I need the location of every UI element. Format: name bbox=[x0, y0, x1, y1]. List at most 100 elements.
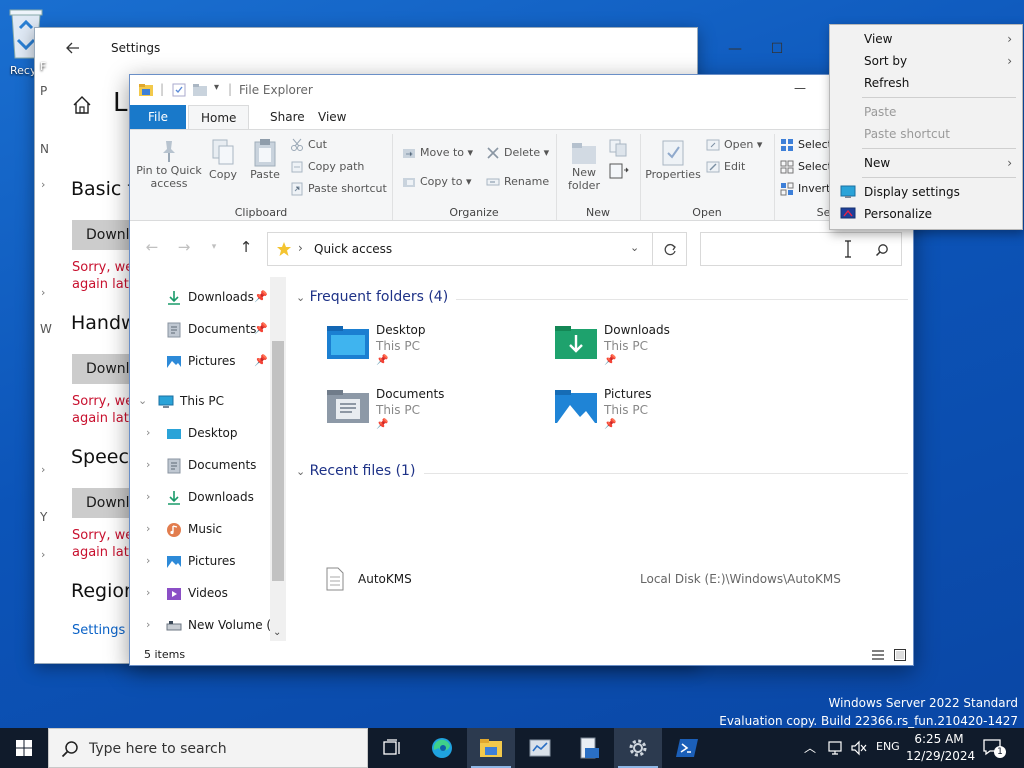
show-hidden-icons-chevron-icon[interactable]: ︿ bbox=[804, 739, 816, 756]
file-explorer-window[interactable]: | ▾ | File Explorer — File Home Share Vi… bbox=[129, 74, 914, 666]
refresh-button[interactable] bbox=[653, 232, 687, 266]
nav-item-this-pc[interactable]: ⌄ This PC bbox=[130, 387, 288, 415]
scroll-down-icon[interactable]: ⌄ bbox=[273, 627, 281, 638]
up-button[interactable]: ↑ bbox=[234, 235, 258, 259]
folder-tile-desktop[interactable]: Desktop This PC 📌 bbox=[326, 323, 526, 375]
taskbar-server-manager[interactable] bbox=[516, 728, 564, 768]
back-arrow-icon[interactable] bbox=[65, 40, 81, 56]
menu-item-refresh[interactable]: Refresh bbox=[830, 72, 1022, 94]
taskbar-search-box[interactable]: Type here to search bbox=[48, 728, 368, 768]
section-heading-handwriting: Handw bbox=[71, 312, 137, 334]
folder-tile-downloads[interactable]: Downloads This PC 📌 bbox=[554, 323, 754, 375]
desktop-folder-icon bbox=[327, 326, 369, 359]
open-button[interactable]: Open ▾ bbox=[706, 136, 762, 154]
new-item-icon[interactable] bbox=[608, 138, 630, 158]
properties-icon bbox=[662, 140, 684, 166]
taskbar-file-explorer[interactable] bbox=[467, 728, 515, 768]
nav-item-documents[interactable]: › Documents bbox=[130, 451, 288, 479]
nav-item-pictures[interactable]: › Pictures bbox=[130, 547, 288, 575]
settings-minimize-button[interactable]: — bbox=[715, 36, 755, 62]
recent-file-row[interactable]: AutoKMS Local Disk (E:)\Windows\AutoKMS bbox=[326, 565, 906, 593]
taskbar-powershell[interactable] bbox=[663, 728, 711, 768]
frequent-folders-header[interactable]: ⌄ Frequent folders (4) bbox=[296, 289, 908, 305]
download-icon bbox=[168, 291, 180, 305]
nav-item-downloads[interactable]: › Downloads bbox=[130, 483, 288, 511]
input-language[interactable]: ENG bbox=[876, 740, 900, 753]
powershell-icon bbox=[676, 739, 698, 757]
folder-tile-pictures[interactable]: Pictures This PC 📌 bbox=[554, 387, 754, 439]
network-icon[interactable] bbox=[828, 740, 844, 756]
properties-quick-icon[interactable] bbox=[172, 83, 186, 97]
invert-selection-icon bbox=[780, 182, 794, 196]
back-button[interactable]: ← bbox=[140, 235, 164, 259]
tab-view[interactable]: View bbox=[306, 105, 358, 129]
invert-selection-button[interactable]: Invert bbox=[780, 180, 830, 198]
easy-access-icon[interactable] bbox=[608, 162, 630, 180]
clock[interactable]: 6:25 AM 12/29/2024 bbox=[906, 731, 975, 765]
copy-icon bbox=[212, 139, 234, 165]
display-settings-icon bbox=[840, 185, 856, 198]
status-bar: 5 items bbox=[130, 641, 913, 665]
cut-button[interactable]: Cut bbox=[290, 136, 327, 154]
nav-item-new-volume[interactable]: › New Volume (C bbox=[130, 611, 288, 639]
tab-file[interactable]: File bbox=[130, 105, 186, 129]
nav-item-quick-documents[interactable]: Documents 📌 bbox=[130, 315, 288, 343]
scrollbar-thumb[interactable] bbox=[272, 341, 284, 581]
error-text: again late bbox=[72, 411, 132, 426]
new-folder-quick-icon[interactable] bbox=[192, 83, 208, 97]
desktop-icon-label: F bbox=[40, 60, 47, 73]
nav-item-videos[interactable]: › Videos bbox=[130, 579, 288, 607]
menu-item-sort-by[interactable]: Sort by › bbox=[830, 50, 1022, 72]
large-icons-view-icon[interactable] bbox=[894, 649, 906, 661]
nav-item-quick-downloads[interactable]: Downloads 📌 bbox=[130, 283, 288, 311]
nav-item-music[interactable]: › Music bbox=[130, 515, 288, 543]
tab-home[interactable]: Home bbox=[188, 105, 250, 129]
nav-item-quick-pictures[interactable]: Pictures 📌 bbox=[130, 347, 288, 375]
task-view-button[interactable] bbox=[368, 728, 416, 768]
select-all-button[interactable]: Select bbox=[780, 136, 832, 154]
paste-shortcut-button[interactable]: Paste shortcut bbox=[290, 180, 387, 198]
navigation-scrollbar[interactable]: ⌄ bbox=[270, 277, 286, 641]
folder-tile-documents[interactable]: Documents This PC 📌 bbox=[326, 387, 526, 439]
taskbar-notepad[interactable] bbox=[565, 728, 613, 768]
copy-to-button[interactable]: Copy to ▾ bbox=[402, 173, 471, 191]
start-button[interactable] bbox=[0, 728, 48, 768]
menu-item-paste[interactable]: Paste bbox=[830, 101, 1022, 123]
delete-button[interactable]: Delete ▾ bbox=[486, 144, 549, 162]
explorer-titlebar[interactable]: | ▾ | File Explorer — bbox=[130, 75, 913, 105]
address-dropdown-icon[interactable]: ⌄ bbox=[630, 241, 639, 254]
details-view-icon[interactable] bbox=[872, 649, 884, 661]
taskbar-settings[interactable] bbox=[614, 728, 662, 768]
menu-item-personalize[interactable]: Personalize bbox=[830, 203, 1022, 225]
search-box[interactable] bbox=[700, 232, 902, 266]
recent-locations-button[interactable]: ▾ bbox=[202, 235, 226, 259]
nav-item-desktop[interactable]: › Desktop bbox=[130, 419, 288, 447]
volume-muted-icon[interactable] bbox=[850, 740, 868, 756]
home-icon[interactable] bbox=[71, 94, 93, 116]
pin-to-quick-access-button[interactable]: Pin to Quick access bbox=[136, 138, 202, 190]
explorer-minimize-button[interactable]: — bbox=[780, 81, 820, 95]
rename-button[interactable]: Rename bbox=[486, 173, 549, 191]
copy-button[interactable]: Copy bbox=[208, 138, 238, 181]
move-to-button[interactable]: Move to ▾ bbox=[402, 144, 473, 162]
download-icon bbox=[168, 491, 180, 505]
address-bar[interactable]: › Quick access ⌄ bbox=[267, 232, 653, 266]
paste-button[interactable]: Paste bbox=[248, 138, 282, 181]
taskbar-edge[interactable] bbox=[418, 728, 466, 768]
settings-link[interactable]: Settings bbox=[72, 623, 125, 638]
new-folder-button[interactable]: New folder bbox=[562, 140, 606, 192]
forward-button[interactable]: → bbox=[172, 235, 196, 259]
properties-button[interactable]: Properties bbox=[644, 138, 702, 181]
settings-maximize-button[interactable]: ☐ bbox=[757, 36, 797, 62]
menu-item-view[interactable]: View › bbox=[830, 28, 1022, 50]
menu-item-display-settings[interactable]: Display settings bbox=[830, 181, 1022, 203]
quick-access-toolbar-dropdown-icon[interactable]: ▾ bbox=[214, 82, 219, 93]
notification-center-button[interactable]: 1 bbox=[980, 736, 1006, 760]
menu-item-new[interactable]: New › bbox=[830, 152, 1022, 174]
menu-item-paste-shortcut[interactable]: Paste shortcut bbox=[830, 123, 1022, 145]
recent-files-header[interactable]: ⌄ Recent files (1) bbox=[296, 463, 908, 479]
copy-path-button[interactable]: Copy path bbox=[290, 158, 364, 176]
select-none-button[interactable]: Select bbox=[780, 158, 832, 176]
sidebar-letter-w: W bbox=[40, 322, 52, 336]
edit-button[interactable]: Edit bbox=[706, 158, 745, 176]
